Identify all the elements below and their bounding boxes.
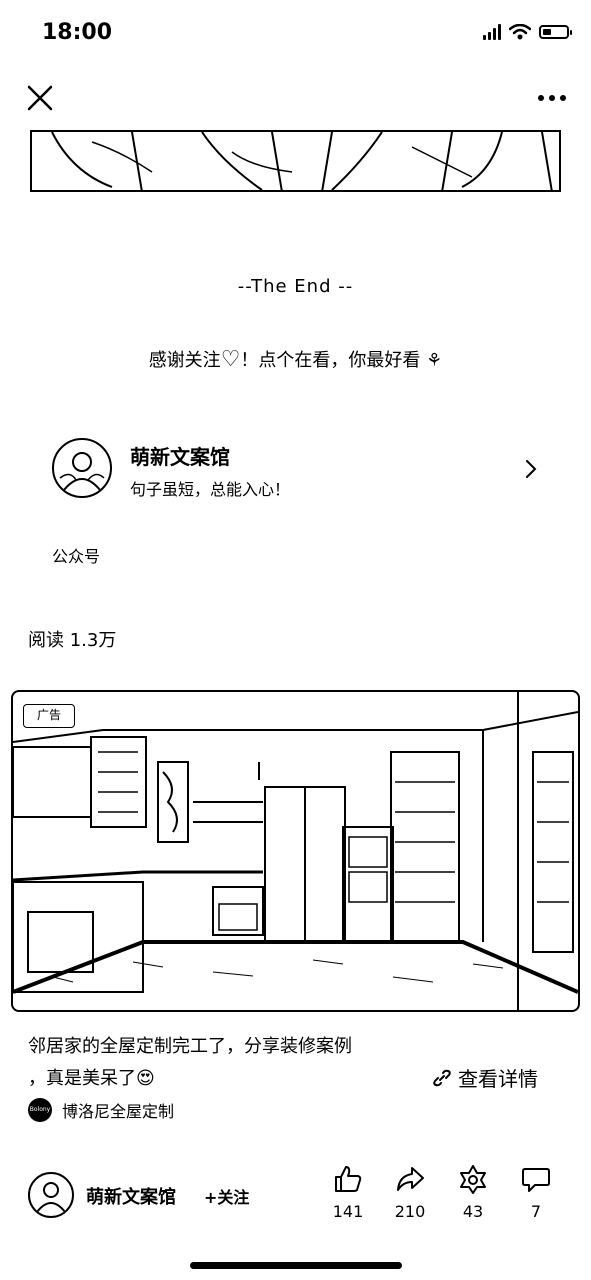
account-avatar[interactable] bbox=[52, 438, 112, 498]
account-type-label: 公众号 bbox=[52, 547, 101, 566]
status-time: 18:00 bbox=[42, 20, 113, 45]
ad-title-line2[interactable]: ，真是美呆了😍 bbox=[28, 1064, 155, 1090]
wifi-icon bbox=[509, 24, 531, 40]
status-icons bbox=[483, 24, 572, 40]
the-end-text: --The End -- bbox=[237, 276, 354, 297]
heart-icon: ♡ bbox=[220, 347, 241, 372]
battery-icon bbox=[539, 25, 572, 39]
bottom-account-name[interactable]: 萌新文案馆 bbox=[86, 1183, 176, 1209]
favorite-button[interactable]: 43 bbox=[443, 1164, 503, 1221]
link-icon bbox=[433, 1069, 451, 1086]
like-count: 141 bbox=[332, 1202, 364, 1221]
flower-star-icon bbox=[460, 1165, 486, 1194]
close-icon[interactable] bbox=[26, 84, 54, 112]
comment-icon bbox=[522, 1168, 550, 1192]
share-count: 210 bbox=[394, 1202, 426, 1221]
thumbs-up-icon bbox=[335, 1166, 362, 1192]
thanks-part-a: 感谢关注 bbox=[148, 350, 221, 371]
like-button[interactable]: 141 bbox=[318, 1164, 378, 1221]
thanks-text: 感谢关注♡！点个在看，你最好看 ⚘ bbox=[0, 346, 591, 372]
favorite-count: 43 bbox=[462, 1202, 484, 1221]
article-illustration bbox=[30, 130, 561, 192]
brand-logo: Bolony bbox=[28, 1098, 52, 1122]
more-icon[interactable] bbox=[537, 88, 567, 108]
account-description: 句子虽短，总能入心！ bbox=[130, 480, 291, 499]
signal-icon bbox=[483, 24, 501, 40]
comment-button[interactable]: 7 bbox=[506, 1164, 566, 1221]
comment-count: 7 bbox=[530, 1202, 542, 1221]
view-details-link[interactable]: 查看详情 bbox=[432, 1063, 538, 1092]
thanks-part-b: ！点个在看，你最好看 bbox=[240, 350, 421, 371]
share-icon bbox=[397, 1167, 424, 1191]
ad-image[interactable] bbox=[11, 690, 580, 1012]
brand-name[interactable]: 博洛尼全屋定制 bbox=[62, 1098, 174, 1122]
rose-icon: ⚘ bbox=[426, 350, 443, 371]
follow-button[interactable]: +关注 bbox=[204, 1184, 249, 1208]
share-button[interactable]: 210 bbox=[380, 1164, 440, 1221]
ad-badge: 广告 bbox=[23, 704, 75, 728]
chevron-right-icon[interactable] bbox=[524, 458, 538, 480]
view-details-label: 查看详情 bbox=[458, 1067, 538, 1091]
read-count: 阅读 1.3万 bbox=[28, 630, 117, 651]
account-name[interactable]: 萌新文案馆 bbox=[130, 441, 230, 470]
bottom-account-avatar[interactable] bbox=[28, 1172, 74, 1218]
ad-title-line1[interactable]: 邻居家的全屋定制完工了，分享装修案例 bbox=[28, 1032, 352, 1058]
home-indicator[interactable] bbox=[190, 1262, 402, 1269]
